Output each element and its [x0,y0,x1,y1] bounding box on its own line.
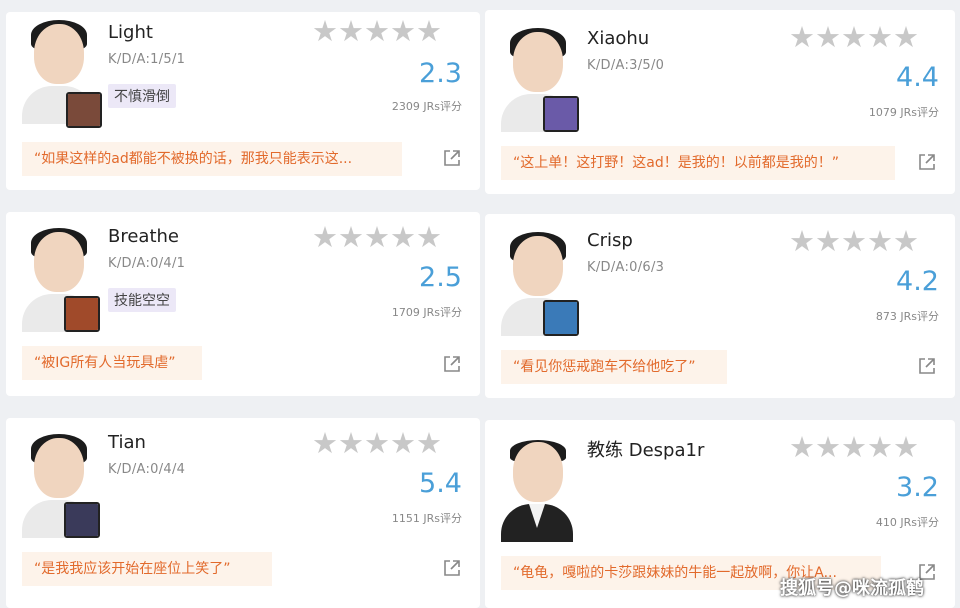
score-value: 2.5 [419,262,462,293]
player-card-crisp[interactable]: Crisp K/D/A:0/6/3 ★★★★★ 4.2 873 JRs评分 “看… [485,214,955,398]
player-card-tian[interactable]: Tian K/D/A:0/4/4 ★★★★★ 5.4 1151 JRs评分 “是… [6,418,480,608]
share-icon[interactable] [917,152,937,172]
score-value: 4.2 [896,266,939,297]
rating-stars[interactable]: ★★★★★ [312,428,442,458]
score-value: 5.4 [419,468,462,499]
score-value: 3.2 [896,472,939,503]
kda-stat: K/D/A:3/5/0 [587,58,665,73]
champion-icon [64,502,100,538]
player-card-xiaohu[interactable]: Xiaohu K/D/A:3/5/0 ★★★★★ 4.4 1079 JRs评分 … [485,10,955,194]
quote-text: “是我我应该开始在座位上笑了” [22,552,272,586]
score-value: 4.4 [896,62,939,93]
player-name: Crisp [587,230,633,251]
rating-stars[interactable]: ★★★★★ [312,222,442,252]
quote-text: “如果这样的ad都能不被换的话，那我只能表示这... [22,142,402,176]
coach-avatar [501,438,573,542]
player-card-breathe[interactable]: Breathe K/D/A:0/4/1 技能空空 ★★★★★ 2.5 1709 … [6,212,480,396]
watermark: 搜狐号@咪流孤鹤 [780,578,924,599]
score-value: 2.3 [419,58,462,89]
player-card-light[interactable]: Light K/D/A:1/5/1 不慎滑倒 ★★★★★ 2.3 2309 JR… [6,12,480,190]
share-icon[interactable] [442,558,462,578]
kda-stat: K/D/A:0/6/3 [587,260,665,275]
rating-count: 1151 JRs评分 [391,512,462,525]
quote-text: “看见你惩戒跑车不给他吃了” [501,350,727,384]
player-name: Tian [108,432,146,453]
champion-icon [543,96,579,132]
quote-text: “这上单！这打野！这ad！是我的！以前都是我的！” [501,146,895,180]
player-name: Xiaohu [587,28,650,49]
share-icon[interactable] [917,356,937,376]
share-icon[interactable] [442,354,462,374]
rating-count: 410 JRs评分 [875,516,939,529]
rating-count: 1709 JRs评分 [391,306,462,319]
player-name: Light [108,22,153,43]
coach-name: 教练 Despa1r [587,440,705,461]
kda-stat: K/D/A:1/5/1 [108,52,186,67]
share-icon[interactable] [442,148,462,168]
rating-stars[interactable]: ★★★★★ [789,226,919,256]
champion-icon [66,92,102,128]
rating-stars[interactable]: ★★★★★ [789,432,919,462]
rating-count: 2309 JRs评分 [391,100,462,113]
rating-stars[interactable]: ★★★★★ [789,22,919,52]
champion-icon [543,300,579,336]
player-tag: 技能空空 [108,288,176,312]
player-name: Breathe [108,226,179,247]
rating-count: 873 JRs评分 [875,310,939,323]
kda-stat: K/D/A:0/4/1 [108,256,186,271]
player-tag: 不慎滑倒 [108,84,176,108]
kda-stat: K/D/A:0/4/4 [108,462,186,477]
rating-count: 1079 JRs评分 [868,106,939,119]
quote-text: “被IG所有人当玩具虐” [22,346,202,380]
champion-icon [64,296,100,332]
rating-stars[interactable]: ★★★★★ [312,16,442,46]
